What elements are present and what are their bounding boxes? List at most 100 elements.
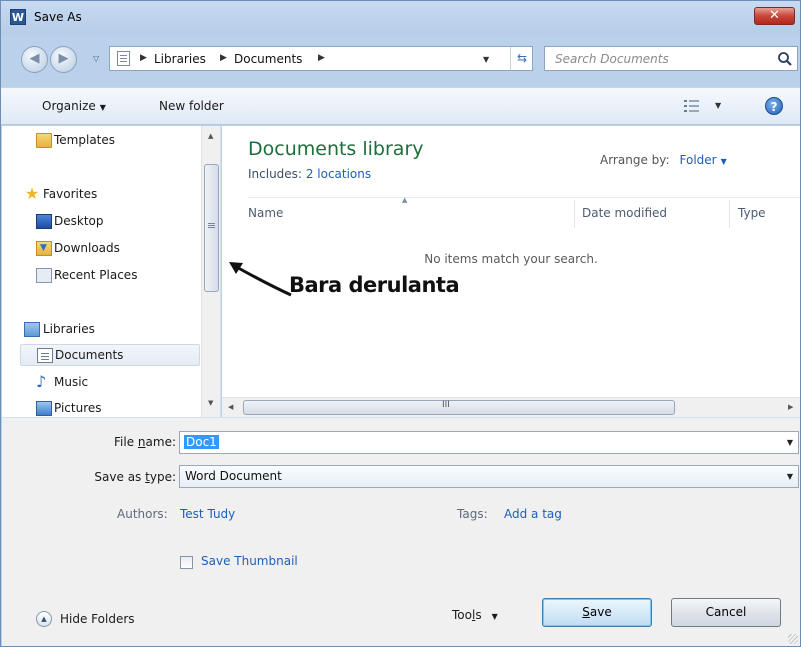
authors-label: Authors: [117,507,168,521]
caret-down-icon[interactable]: ▼ [721,157,727,166]
new-folder-button[interactable]: New folder [159,99,224,113]
tools-menu-button[interactable]: Tools ▼ [452,608,498,622]
document-location-icon [117,51,130,66]
pictures-icon [36,401,52,416]
scroll-up-icon[interactable]: ▲ [208,132,213,140]
nav-item-label: Music [54,375,89,389]
view-dropdown-icon[interactable]: ▼ [715,101,721,110]
star-icon: ★ [24,184,40,203]
save-button[interactable]: Save [542,598,652,627]
hide-folders-label: Hide Folders [60,612,135,626]
nav-item-label: Downloads [54,241,120,255]
hide-folders-button[interactable]: ▲ Hide Folders [36,610,156,630]
save-options-area: File name: Doc1 ▼ Save as type: Word Doc… [2,417,800,646]
authors-value[interactable]: Test Tudy [180,507,235,521]
save-thumbnail-label[interactable]: Save Thumbnail [201,554,298,568]
save-as-type-value: Word Document [185,469,282,483]
scroll-right-icon[interactable]: ▶ [788,403,793,411]
nav-item-desktop[interactable]: Desktop [20,211,200,233]
nav-item-recent-places[interactable]: Recent Places [20,265,200,287]
locations-link[interactable]: 2 locations [306,167,371,181]
save-type-dropdown-icon[interactable]: ▼ [787,472,793,481]
nav-item-templates[interactable]: Templates [20,130,200,152]
downloads-icon [36,241,52,256]
save-as-dialog: W Save As ✕ ◀ ▶ ▽ ▶ Libraries ▶ Document… [0,0,801,647]
annotation-arrow [229,262,292,297]
view-options-icon[interactable] [684,99,700,113]
breadcrumb-documents[interactable]: Documents [234,52,302,66]
empty-message: No items match your search. [424,252,598,266]
libraries-icon [24,322,40,337]
tags-value[interactable]: Add a tag [504,507,562,521]
close-button[interactable]: ✕ [754,7,795,25]
nav-item-pictures[interactable]: Pictures [20,398,200,417]
resize-grip-icon[interactable] [788,634,798,644]
search-input[interactable] [545,47,767,70]
nav-item-music[interactable]: ♪ Music [20,372,200,394]
nav-pane-scrollbar[interactable]: ▲ ▼ [201,126,220,417]
column-header-date-modified[interactable]: Date modified [582,206,667,220]
file-name-input[interactable]: Doc1 [184,435,219,449]
recent-pages-dropdown-icon[interactable]: ▽ [93,54,99,63]
chevron-right-icon[interactable]: ▶ [318,53,325,63]
music-icon: ♪ [36,372,47,391]
save-thumbnail-checkbox[interactable] [180,556,193,569]
arrange-by-label: Arrange by: [600,153,670,167]
save-as-type-label: Save as type: [62,470,176,484]
header-divider [248,197,800,198]
horizontal-scrollbar[interactable]: ◀ III ▶ [222,397,800,417]
chevron-right-icon[interactable]: ▶ [140,53,147,63]
file-name-dropdown-icon[interactable]: ▼ [787,438,793,447]
scrollbar-thumb[interactable] [204,164,219,292]
label-text: Too [452,608,472,622]
label-text: Save as [94,470,146,484]
refresh-icon[interactable]: ⇆ [510,47,533,70]
organize-menu-button[interactable]: Organize ▼ [42,99,106,113]
annotation-label: Bara derulanta [289,273,460,297]
library-includes: Includes: 2 locations [248,167,371,181]
nav-item-favorites[interactable]: ★ Favorites [20,184,200,206]
label-text: s [475,608,482,622]
nav-item-label: Recent Places [54,268,138,282]
library-title: Documents library [248,138,424,160]
address-dropdown-icon[interactable]: ▼ [483,55,489,64]
search-icon[interactable] [777,51,793,67]
forward-button[interactable]: ▶ [50,46,77,73]
file-name-value[interactable]: Doc1 [184,435,219,449]
search-box[interactable] [544,46,798,71]
arrange-by-dropdown[interactable]: Folder [680,153,717,167]
nav-item-label: Desktop [54,214,104,228]
nav-item-label: Pictures [54,401,102,415]
column-header-type[interactable]: Type [738,206,766,220]
column-divider[interactable] [574,200,575,228]
nav-item-documents[interactable]: Documents [20,344,200,366]
scrollbar-thumb[interactable]: III [243,400,675,415]
label-text: ype: [149,470,176,484]
title-bar: W Save As ✕ [1,1,800,35]
file-name-label: File name: [72,435,176,449]
word-app-icon: W [10,9,26,25]
back-button[interactable]: ◀ [21,46,48,73]
column-divider[interactable] [729,200,730,228]
sort-ascending-icon: ▲ [402,196,408,204]
column-header-name[interactable]: Name [248,206,283,220]
address-bar[interactable]: ▶ Libraries ▶ Documents ▶ ▼ ⇆ [109,46,533,71]
desktop-icon [36,214,52,229]
breadcrumb-libraries[interactable]: Libraries [154,52,206,66]
nav-item-libraries[interactable]: Libraries [20,319,200,341]
scroll-left-icon[interactable]: ◀ [228,403,233,411]
recent-places-icon [36,268,52,283]
organize-label: Organize [42,99,96,113]
help-icon[interactable]: ? [765,97,783,115]
nav-item-downloads[interactable]: Downloads [20,238,200,260]
arrange-by: Arrange by: Folder ▼ [600,153,727,167]
cancel-button[interactable]: Cancel [671,598,781,627]
command-toolbar: Organize ▼ New folder ▼ ? [1,87,800,125]
chevron-right-icon[interactable]: ▶ [220,53,227,63]
navigation-pane: Templates ★ Favorites Desktop Downloads … [2,126,221,417]
scroll-down-icon[interactable]: ▼ [208,399,213,407]
label-text: File [114,435,138,449]
save-as-type-select[interactable]: Word Document ▼ [179,465,799,488]
file-name-field[interactable]: Doc1 ▼ [179,431,799,454]
content-pane: Documents library Includes: 2 locations … [222,126,800,417]
